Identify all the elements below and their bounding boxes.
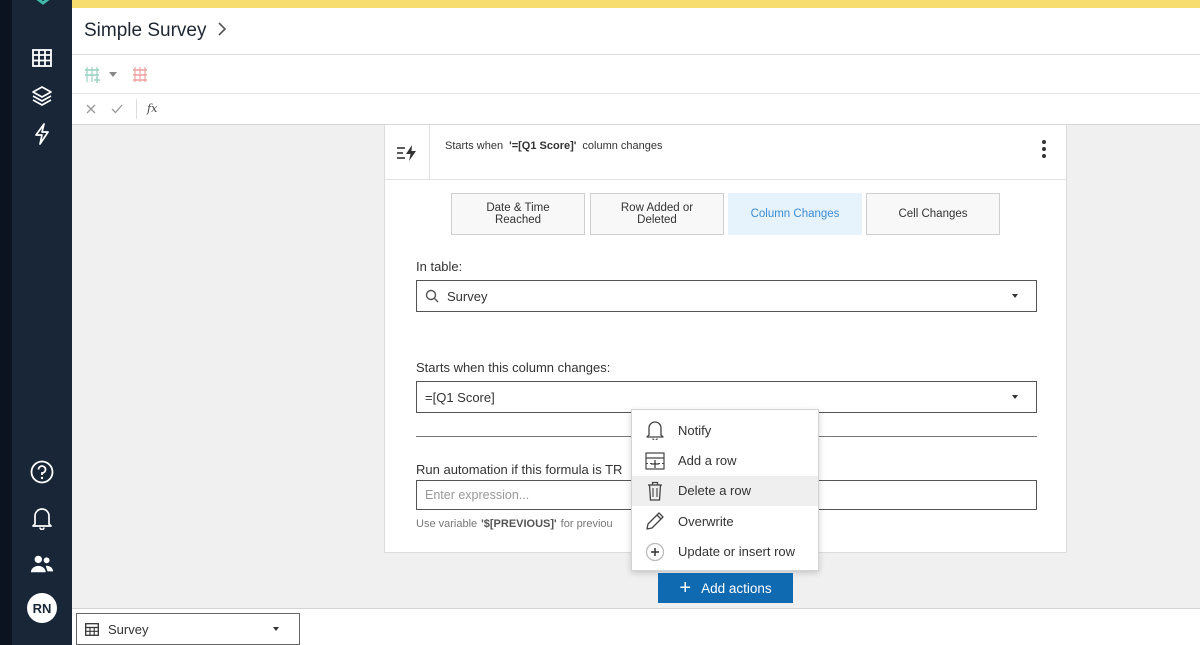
tab-date-time-reached[interactable]: Date & Time Reached xyxy=(451,193,585,235)
chevron-right-icon[interactable] xyxy=(217,21,227,41)
table-grid-icon xyxy=(85,622,99,636)
condition-label: Run automation if this formula is TR xyxy=(416,462,623,477)
app-logo-icon xyxy=(29,0,57,13)
trigger-summary: Starts when '=[Q1 Score]' column changes xyxy=(445,140,663,152)
caret-down-icon xyxy=(273,627,279,631)
caret-down-icon xyxy=(1012,395,1018,399)
table-grid-icon[interactable] xyxy=(30,46,54,70)
trigger-header: Starts when '=[Q1 Score]' column changes xyxy=(385,125,1066,180)
page-title: Simple Survey xyxy=(84,20,207,41)
bell-icon xyxy=(632,420,678,441)
tab-cell-changes[interactable]: Cell Changes xyxy=(866,193,1000,235)
plus-icon: + xyxy=(679,577,692,599)
toolbar xyxy=(72,55,1200,94)
tab-column-changes[interactable]: Column Changes xyxy=(728,193,862,235)
pencil-icon xyxy=(632,511,678,531)
trigger-column: '=[Q1 Score]' xyxy=(509,140,577,152)
cancel-icon[interactable] xyxy=(84,102,98,116)
trigger-suffix: column changes xyxy=(582,140,663,152)
trash-icon xyxy=(632,481,678,501)
user-avatar[interactable]: RN xyxy=(27,593,57,623)
delete-column-icon[interactable] xyxy=(130,65,150,85)
variable-hint: Use variable '$[PREVIOUS]' for previou xyxy=(416,518,613,530)
sidebar: RN xyxy=(12,0,72,645)
menu-item-overwrite[interactable]: Overwrite xyxy=(632,506,818,536)
menu-item-update-or-insert-row[interactable]: Update or insert row xyxy=(632,537,818,567)
lightning-icon[interactable] xyxy=(30,122,54,146)
page-header: Simple Survey xyxy=(72,8,1200,55)
outer-edge-strip xyxy=(0,0,12,645)
table-select[interactable]: Survey xyxy=(416,280,1037,312)
tab-row-added-or-deleted[interactable]: Row Added or Deleted xyxy=(590,193,724,235)
trigger-prefix: Starts when xyxy=(445,140,504,152)
actions-menu: Notify Add a row Delete a row Overwrite … xyxy=(631,409,819,571)
search-icon xyxy=(417,289,447,303)
chevron-down-icon[interactable] xyxy=(108,69,118,79)
layers-icon[interactable] xyxy=(30,84,54,108)
bottom-bar: Survey xyxy=(72,608,1200,645)
confirm-icon[interactable] xyxy=(110,102,124,116)
bottom-table-select[interactable]: Survey xyxy=(76,613,300,645)
add-row-icon xyxy=(632,451,678,470)
plus-circle-icon xyxy=(632,542,678,562)
menu-item-notify[interactable]: Notify xyxy=(632,415,818,445)
more-options-icon[interactable] xyxy=(1031,136,1057,162)
help-icon[interactable] xyxy=(30,460,54,484)
bell-icon[interactable] xyxy=(30,506,54,530)
table-select-value: Survey xyxy=(447,288,488,304)
in-table-label: In table: xyxy=(416,259,463,274)
column-select-value: =[Q1 Score] xyxy=(425,389,495,405)
caret-down-icon xyxy=(1012,294,1018,298)
automation-trigger-icon xyxy=(385,125,430,180)
menu-item-add-a-row[interactable]: Add a row xyxy=(632,445,818,475)
add-column-icon[interactable] xyxy=(82,65,102,85)
users-icon[interactable] xyxy=(30,552,54,576)
top-highlight-stripe xyxy=(72,0,1200,8)
add-actions-button[interactable]: + Add actions xyxy=(658,573,793,603)
bottom-table-value: Survey xyxy=(108,621,149,637)
formula-bar: fx xyxy=(72,94,1200,125)
formula-divider xyxy=(136,99,137,119)
fx-icon[interactable]: fx xyxy=(147,102,157,115)
column-changes-label: Starts when this column changes: xyxy=(416,360,611,375)
menu-item-delete-a-row[interactable]: Delete a row xyxy=(632,475,818,507)
